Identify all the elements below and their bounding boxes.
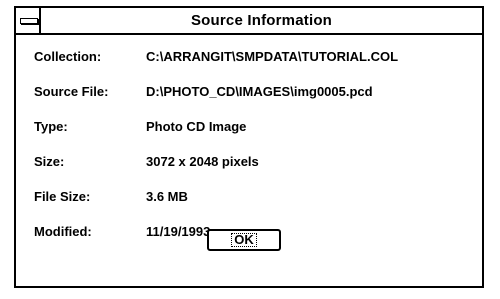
field-row-collection: Collection: C:\ARRANGIT\SMPDATA\TUTORIAL… (34, 47, 472, 67)
field-value-source-file: D:\PHOTO_CD\IMAGES\img0005.pcd (146, 84, 373, 99)
title-bar: Source Information (16, 8, 482, 35)
field-row-file-size: File Size: 3.6 MB (34, 187, 472, 207)
field-row-source-file: Source File: D:\PHOTO_CD\IMAGES\img0005.… (34, 82, 472, 102)
field-label-source-file: Source File: (34, 84, 109, 99)
field-value-size: 3072 x 2048 pixels (146, 154, 259, 169)
field-label-collection: Collection: (34, 49, 102, 64)
ok-button-label: OK (231, 233, 257, 247)
field-value-file-size: 3.6 MB (146, 189, 188, 204)
ok-button[interactable]: OK (207, 229, 281, 251)
field-row-type: Type: Photo CD Image (34, 117, 472, 137)
field-label-file-size: File Size: (34, 189, 91, 204)
field-label-size: Size: (34, 154, 65, 169)
field-row-size: Size: 3072 x 2048 pixels (34, 152, 472, 172)
system-menu-bar-icon (20, 18, 38, 24)
field-value-type: Photo CD Image (146, 119, 247, 134)
field-value-modified: 11/19/1993 (146, 224, 211, 239)
source-information-dialog: Source Information Collection: C:\ARRANG… (14, 6, 484, 288)
system-menu-icon[interactable] (16, 8, 41, 33)
field-label-modified: Modified: (34, 224, 92, 239)
field-value-collection: C:\ARRANGIT\SMPDATA\TUTORIAL.COL (146, 49, 399, 64)
field-label-type: Type: (34, 119, 68, 134)
dialog-title: Source Information (190, 12, 333, 29)
